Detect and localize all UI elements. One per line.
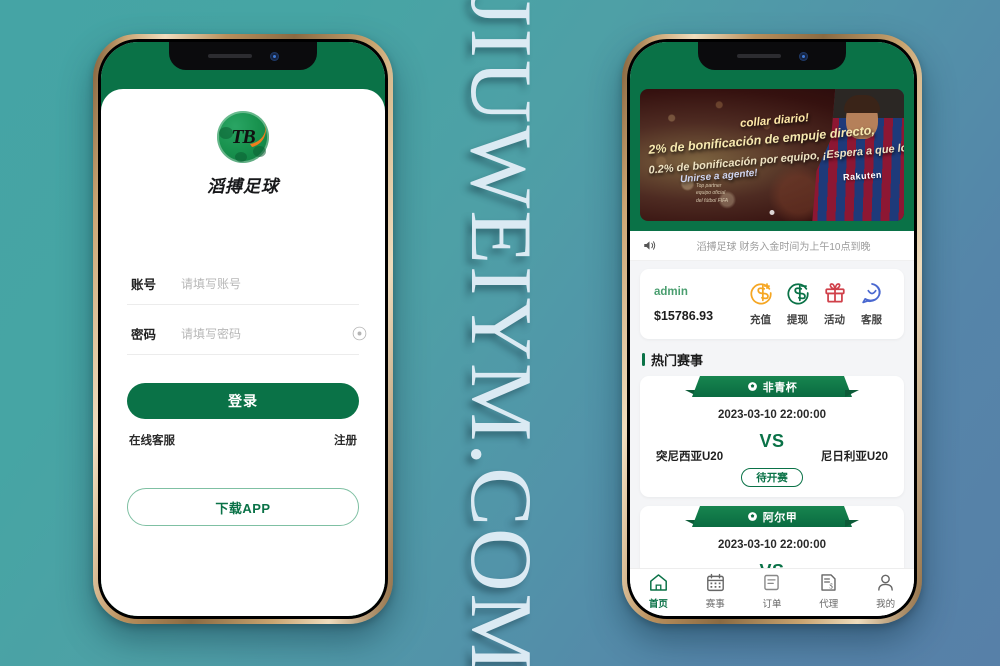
match-card[interactable]: 非青杯 2023-03-10 22:00:00 VS 突尼西亚U20 尼日利亚U… <box>640 376 904 497</box>
password-field-row: 密码 <box>127 313 367 355</box>
tab-label: 订单 <box>762 599 782 610</box>
download-app-button[interactable]: 下载APP <box>127 488 359 526</box>
action-withdraw[interactable]: 提现 <box>786 281 810 327</box>
notice-text: 滔搏足球 财务入金时间为上午10点到晚 <box>696 242 871 253</box>
login-screen: TB 滔搏足球 账号 密码 <box>101 42 385 616</box>
banner-pagination[interactable] <box>769 210 775 215</box>
home-icon <box>649 574 667 591</box>
match-time: 2023-03-10 22:00:00 <box>717 409 827 421</box>
phone-bezel-left: TB 滔搏足球 账号 密码 <box>98 39 388 619</box>
section-title-text: 热门赛事 <box>651 353 704 368</box>
action-deposit[interactable]: 充值 <box>749 281 773 327</box>
front-camera <box>269 51 279 61</box>
order-icon <box>764 574 780 591</box>
banner-subtext: Top partner equipo oficial del fútbol FIFA <box>696 182 729 204</box>
phone-mockup-login: TB 滔搏足球 账号 密码 <box>93 34 393 624</box>
speaker-icon[interactable] <box>642 238 657 253</box>
login-page: TB 滔搏足球 账号 密码 <box>101 42 385 616</box>
tab-home[interactable]: 首页 <box>630 572 687 610</box>
action-support[interactable]: 客服 <box>860 281 884 327</box>
action-label: 活动 <box>824 314 845 326</box>
brand-block: TB 滔搏足球 <box>127 89 359 197</box>
action-label: 客服 <box>861 314 882 326</box>
login-button[interactable]: 登录 <box>127 383 359 419</box>
earpiece-speaker <box>736 54 781 58</box>
eye-icon[interactable] <box>352 326 367 341</box>
player-hair <box>844 95 880 113</box>
account-summary-card: admin $15786.93 充值 提现 活动 客服 <box>640 269 904 339</box>
soccer-ball-icon <box>747 382 757 391</box>
account-field-row: 账号 <box>127 263 359 305</box>
front-camera <box>798 51 808 61</box>
bottom-tab-bar: 首页 赛事 订单 $ 代理 我的 <box>630 568 914 616</box>
login-form: 账号 密码 <box>127 263 367 355</box>
league-ribbon-wrap: 阿尔甲 <box>640 506 904 527</box>
phone-bezel-right: Rakuten collar diario! 2% de bonificació… <box>627 39 917 619</box>
svg-text:$: $ <box>830 583 834 591</box>
phone-mockup-home: Rakuten collar diario! 2% de bonificació… <box>622 34 922 624</box>
support-icon <box>861 283 881 304</box>
title-accent-bar <box>642 353 645 366</box>
action-label: 提现 <box>787 314 808 326</box>
tab-label: 代理 <box>819 599 839 610</box>
phone-notch-right <box>698 42 846 70</box>
league-name: 非青杯 <box>762 381 798 394</box>
screenshot-canvas: JIUWEIYM.COM TB 滔搏足球 账号 请填写账号 密码 请填写密码 登… <box>0 0 1000 666</box>
watermark-text: JIUWEIYM.COM <box>451 0 549 666</box>
match-time: 2023-03-10 22:00:00 <box>717 539 827 551</box>
notice-bar[interactable]: 滔搏足球 财务入金时间为上午10点到晚 <box>630 231 914 261</box>
promo-banner[interactable]: Rakuten collar diario! 2% de bonificació… <box>640 89 904 221</box>
earpiece-speaker <box>207 54 252 58</box>
home-team: 突尼西亚U20 <box>656 451 724 463</box>
league-ribbon: 阿尔甲 <box>692 506 852 527</box>
hot-matches-title: 热门赛事 <box>642 350 914 369</box>
deposit-icon <box>749 283 772 305</box>
logo-monogram: TB <box>231 125 256 148</box>
password-label: 密码 <box>131 328 157 342</box>
gift-icon <box>824 283 845 303</box>
match-status-badge[interactable]: 待开赛 <box>741 468 803 487</box>
tab-label: 我的 <box>876 599 896 610</box>
tab-matches[interactable]: 赛事 <box>687 572 744 610</box>
tab-agent[interactable]: $ 代理 <box>800 572 857 610</box>
app-logo-icon: TB <box>217 111 269 163</box>
login-card: TB 滔搏足球 账号 密码 <box>101 89 385 616</box>
home-screen: Rakuten collar diario! 2% de bonificació… <box>630 42 914 616</box>
soccer-ball-icon <box>747 512 757 521</box>
balance-amount: $15786.93 <box>654 308 714 323</box>
account-input[interactable] <box>181 276 357 291</box>
withdraw-icon <box>786 283 809 305</box>
match-card[interactable]: 阿尔甲 2023-03-10 22:00:00 VS <box>640 506 904 568</box>
agent-icon: $ <box>821 574 836 591</box>
league-name: 阿尔甲 <box>762 511 798 524</box>
action-label: 充值 <box>750 314 771 326</box>
account-label: 账号 <box>131 278 157 292</box>
home-scroll-body[interactable]: Rakuten collar diario! 2% de bonificació… <box>630 89 914 568</box>
tab-label: 首页 <box>648 599 668 610</box>
login-links: 在线客服 注册 <box>127 432 359 448</box>
quick-actions: 充值 提现 活动 客服 <box>742 281 890 327</box>
tab-profile[interactable]: 我的 <box>857 572 914 610</box>
tab-label: 赛事 <box>705 599 725 610</box>
action-activity[interactable]: 活动 <box>823 281 847 327</box>
away-team: 尼日利亚U20 <box>820 451 888 463</box>
person-icon <box>878 574 893 591</box>
home-page: Rakuten collar diario! 2% de bonificació… <box>630 42 914 616</box>
username-label: admin <box>654 285 688 298</box>
tab-orders[interactable]: 订单 <box>744 572 801 610</box>
vs-label: VS <box>640 561 904 568</box>
calendar-icon <box>706 573 724 592</box>
league-ribbon: 非青杯 <box>692 376 852 397</box>
banner-container: Rakuten collar diario! 2% de bonificació… <box>630 89 914 231</box>
online-service-link[interactable]: 在线客服 <box>129 432 175 448</box>
phone-notch-left <box>169 42 317 70</box>
register-link[interactable]: 注册 <box>334 432 357 448</box>
password-input[interactable] <box>181 326 336 341</box>
ball-patch <box>235 152 247 162</box>
league-ribbon-wrap: 非青杯 <box>640 376 904 397</box>
banner-dot[interactable] <box>769 210 775 215</box>
account-info: admin $15786.93 <box>654 286 742 323</box>
brand-name: 滔搏足球 <box>207 177 279 196</box>
